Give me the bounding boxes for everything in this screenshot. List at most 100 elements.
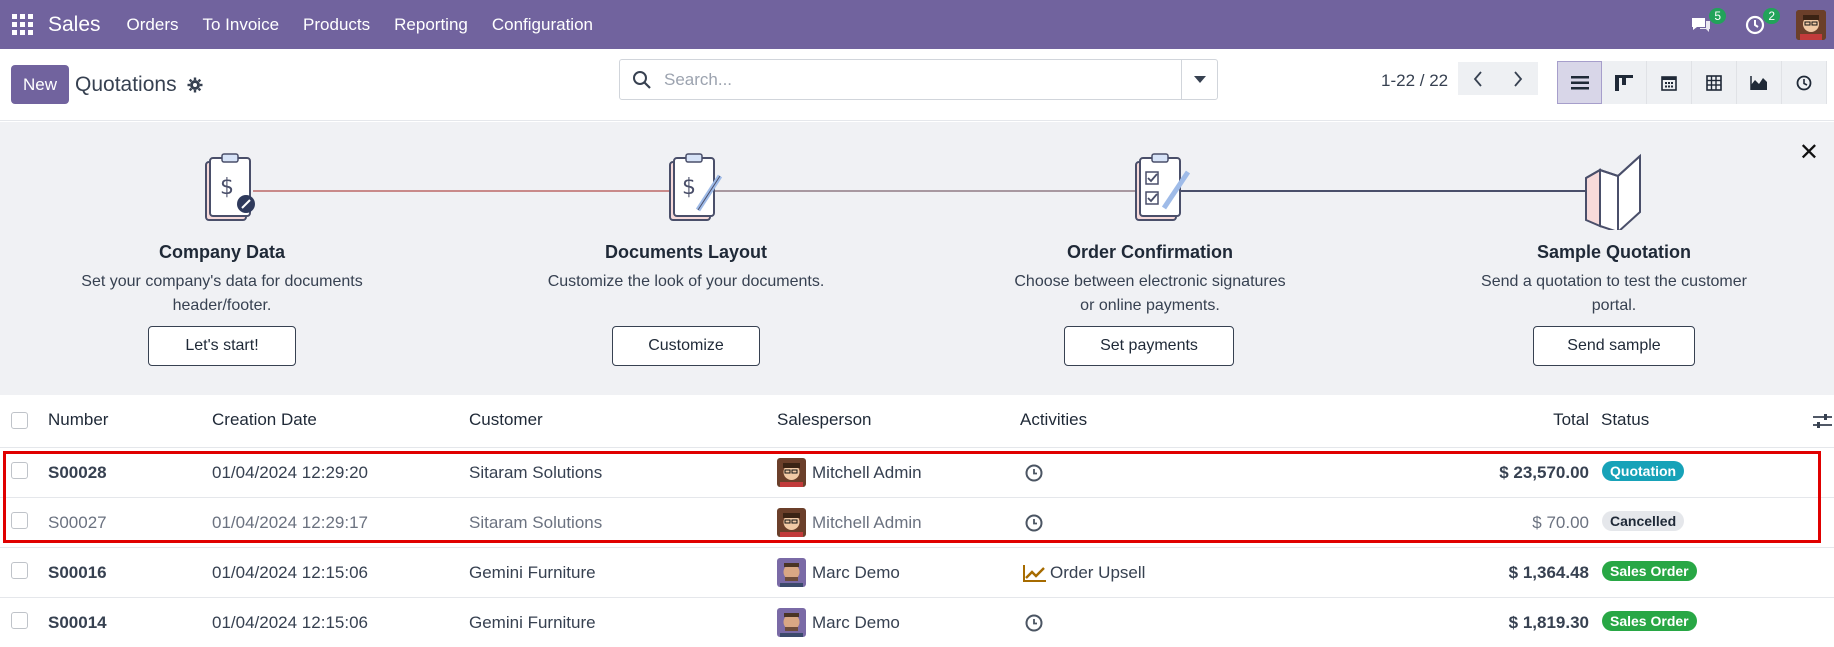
column-status[interactable]: Status xyxy=(1601,410,1649,430)
checklist-pen-icon xyxy=(1135,153,1191,221)
step-description: Send a quotation to test the customer po… xyxy=(1454,270,1774,318)
step-description-line: Choose between electronic signatures xyxy=(1014,273,1286,290)
pager-value[interactable]: 1-22 / 22 xyxy=(1381,71,1448,91)
column-salesperson[interactable]: Salesperson xyxy=(777,410,872,430)
salesperson-name: Marc Demo xyxy=(812,613,900,632)
list-view-button[interactable] xyxy=(1557,61,1602,104)
send-sample-button[interactable]: Send sample xyxy=(1533,326,1695,366)
table-row[interactable]: S00014 01/04/2024 12:15:06 Gemini Furnit… xyxy=(0,597,1834,647)
step-title: Sample Quotation xyxy=(1536,242,1691,262)
menu-orders[interactable]: Orders xyxy=(127,15,179,35)
column-total[interactable]: Total xyxy=(1553,410,1589,430)
svg-text:$: $ xyxy=(682,175,696,200)
menu-configuration[interactable]: Configuration xyxy=(492,15,593,35)
clock-icon[interactable] xyxy=(1025,614,1043,632)
control-panel: New Quotations 1-22 / 22 xyxy=(0,49,1834,121)
step-description: Choose between electronic signatures or … xyxy=(990,270,1310,318)
search-bar xyxy=(619,59,1218,100)
document-pen-icon: $ xyxy=(669,153,723,221)
salesperson-avatar xyxy=(777,558,806,587)
step-description-line: Send a quotation to test the customer xyxy=(1481,273,1747,290)
step-title: Documents Layout xyxy=(604,242,768,262)
lets-start-button[interactable]: Let's start! xyxy=(148,326,296,366)
onboarding-progress-line-mid xyxy=(693,190,1163,192)
step-title: Company Data xyxy=(158,242,286,262)
kanban-icon xyxy=(1615,74,1633,91)
svg-text:$: $ xyxy=(220,175,234,200)
menu-to-invoice[interactable]: To Invoice xyxy=(203,15,280,35)
activity-label[interactable]: Order Upsell xyxy=(1050,563,1145,583)
activities-icon[interactable]: 2 xyxy=(1742,7,1780,38)
chevron-left-icon xyxy=(1473,70,1482,87)
table-icon xyxy=(1706,74,1722,91)
pager-next-button[interactable] xyxy=(1498,62,1538,95)
order-total: $ 1,819.30 xyxy=(1508,613,1589,632)
gear-icon[interactable] xyxy=(187,77,203,93)
column-number[interactable]: Number xyxy=(48,410,108,430)
onboarding-panel: $ Company Data Set your company's data f… xyxy=(0,122,1834,395)
close-icon[interactable]: ✕ xyxy=(1799,138,1819,167)
caret-down-icon xyxy=(1193,75,1206,83)
folded-letter-icon xyxy=(1585,153,1641,230)
user-avatar[interactable] xyxy=(1796,9,1826,40)
activity-view-button[interactable] xyxy=(1782,61,1827,104)
step-description-line: header/footer. xyxy=(172,297,272,314)
document-dollar-icon: $ xyxy=(205,153,255,221)
apps-menu-icon[interactable] xyxy=(12,13,34,36)
creation-date: 01/04/2024 12:15:06 xyxy=(212,563,368,582)
salesperson-name: Marc Demo xyxy=(812,563,900,582)
onboarding-progress-line-done xyxy=(253,190,693,192)
step-description: Customize the look of your documents. xyxy=(526,270,846,294)
step-description-line: Set your company's data for documents xyxy=(81,273,363,290)
column-creation-date[interactable]: Creation Date xyxy=(212,410,317,430)
page-title[interactable]: Quotations xyxy=(75,73,177,97)
step-title: Order Confirmation xyxy=(1066,242,1233,262)
order-number: S00014 xyxy=(48,613,107,632)
activities-badge: 2 xyxy=(1763,7,1780,24)
order-total: $ 1,364.48 xyxy=(1508,563,1589,582)
search-icon xyxy=(633,70,651,89)
customer-name: Gemini Furniture xyxy=(469,563,596,582)
view-switcher xyxy=(1557,61,1827,104)
menu-products[interactable]: Products xyxy=(303,15,370,35)
table-row[interactable]: S00016 01/04/2024 12:15:06 Gemini Furnit… xyxy=(0,547,1834,597)
column-activities[interactable]: Activities xyxy=(1020,410,1087,430)
search-options-toggle[interactable] xyxy=(1181,60,1217,99)
new-button[interactable]: New xyxy=(11,65,70,104)
salesperson-avatar xyxy=(777,608,806,637)
kanban-view-button[interactable] xyxy=(1602,61,1647,104)
creation-date: 01/04/2024 12:15:06 xyxy=(212,613,368,632)
top-navbar: Sales Orders To Invoice Products Reporti… xyxy=(0,0,1834,49)
table-header: Number Creation Date Customer Salesperso… xyxy=(0,395,1834,447)
column-customer[interactable]: Customer xyxy=(469,410,543,430)
menu-reporting[interactable]: Reporting xyxy=(394,15,468,35)
messages-badge: 5 xyxy=(1709,7,1726,24)
step-description-line: portal. xyxy=(1591,297,1637,314)
upsell-chart-icon[interactable] xyxy=(1022,563,1048,583)
messages-icon[interactable]: 5 xyxy=(1688,7,1726,38)
area-chart-icon xyxy=(1750,75,1767,90)
customize-button[interactable]: Customize xyxy=(612,326,760,366)
pivot-view-button[interactable] xyxy=(1692,61,1737,104)
set-payments-button[interactable]: Set payments xyxy=(1064,326,1234,366)
row-checkbox[interactable] xyxy=(11,562,28,579)
calendar-icon xyxy=(1661,75,1677,91)
column-settings-icon[interactable] xyxy=(1812,412,1832,430)
status-badge: Sales Order xyxy=(1602,611,1697,631)
clock-icon xyxy=(1796,75,1812,90)
list-icon xyxy=(1570,75,1589,89)
step-description-line: Customize the look of your documents. xyxy=(547,273,825,290)
step-description: Set your company's data for documents he… xyxy=(62,270,382,318)
onboarding-progress-line-todo xyxy=(1163,190,1603,192)
calendar-view-button[interactable] xyxy=(1647,61,1692,104)
pager-previous-button[interactable] xyxy=(1458,62,1498,95)
search-input[interactable] xyxy=(664,69,1164,90)
order-number: S00016 xyxy=(48,563,107,582)
customer-name: Gemini Furniture xyxy=(469,613,596,632)
app-brand[interactable]: Sales xyxy=(48,13,101,37)
step-description-line: or online payments. xyxy=(1080,297,1220,314)
select-all-checkbox[interactable] xyxy=(11,412,28,429)
row-checkbox[interactable] xyxy=(11,612,28,629)
graph-view-button[interactable] xyxy=(1737,61,1782,104)
highlight-annotation xyxy=(3,451,1821,543)
